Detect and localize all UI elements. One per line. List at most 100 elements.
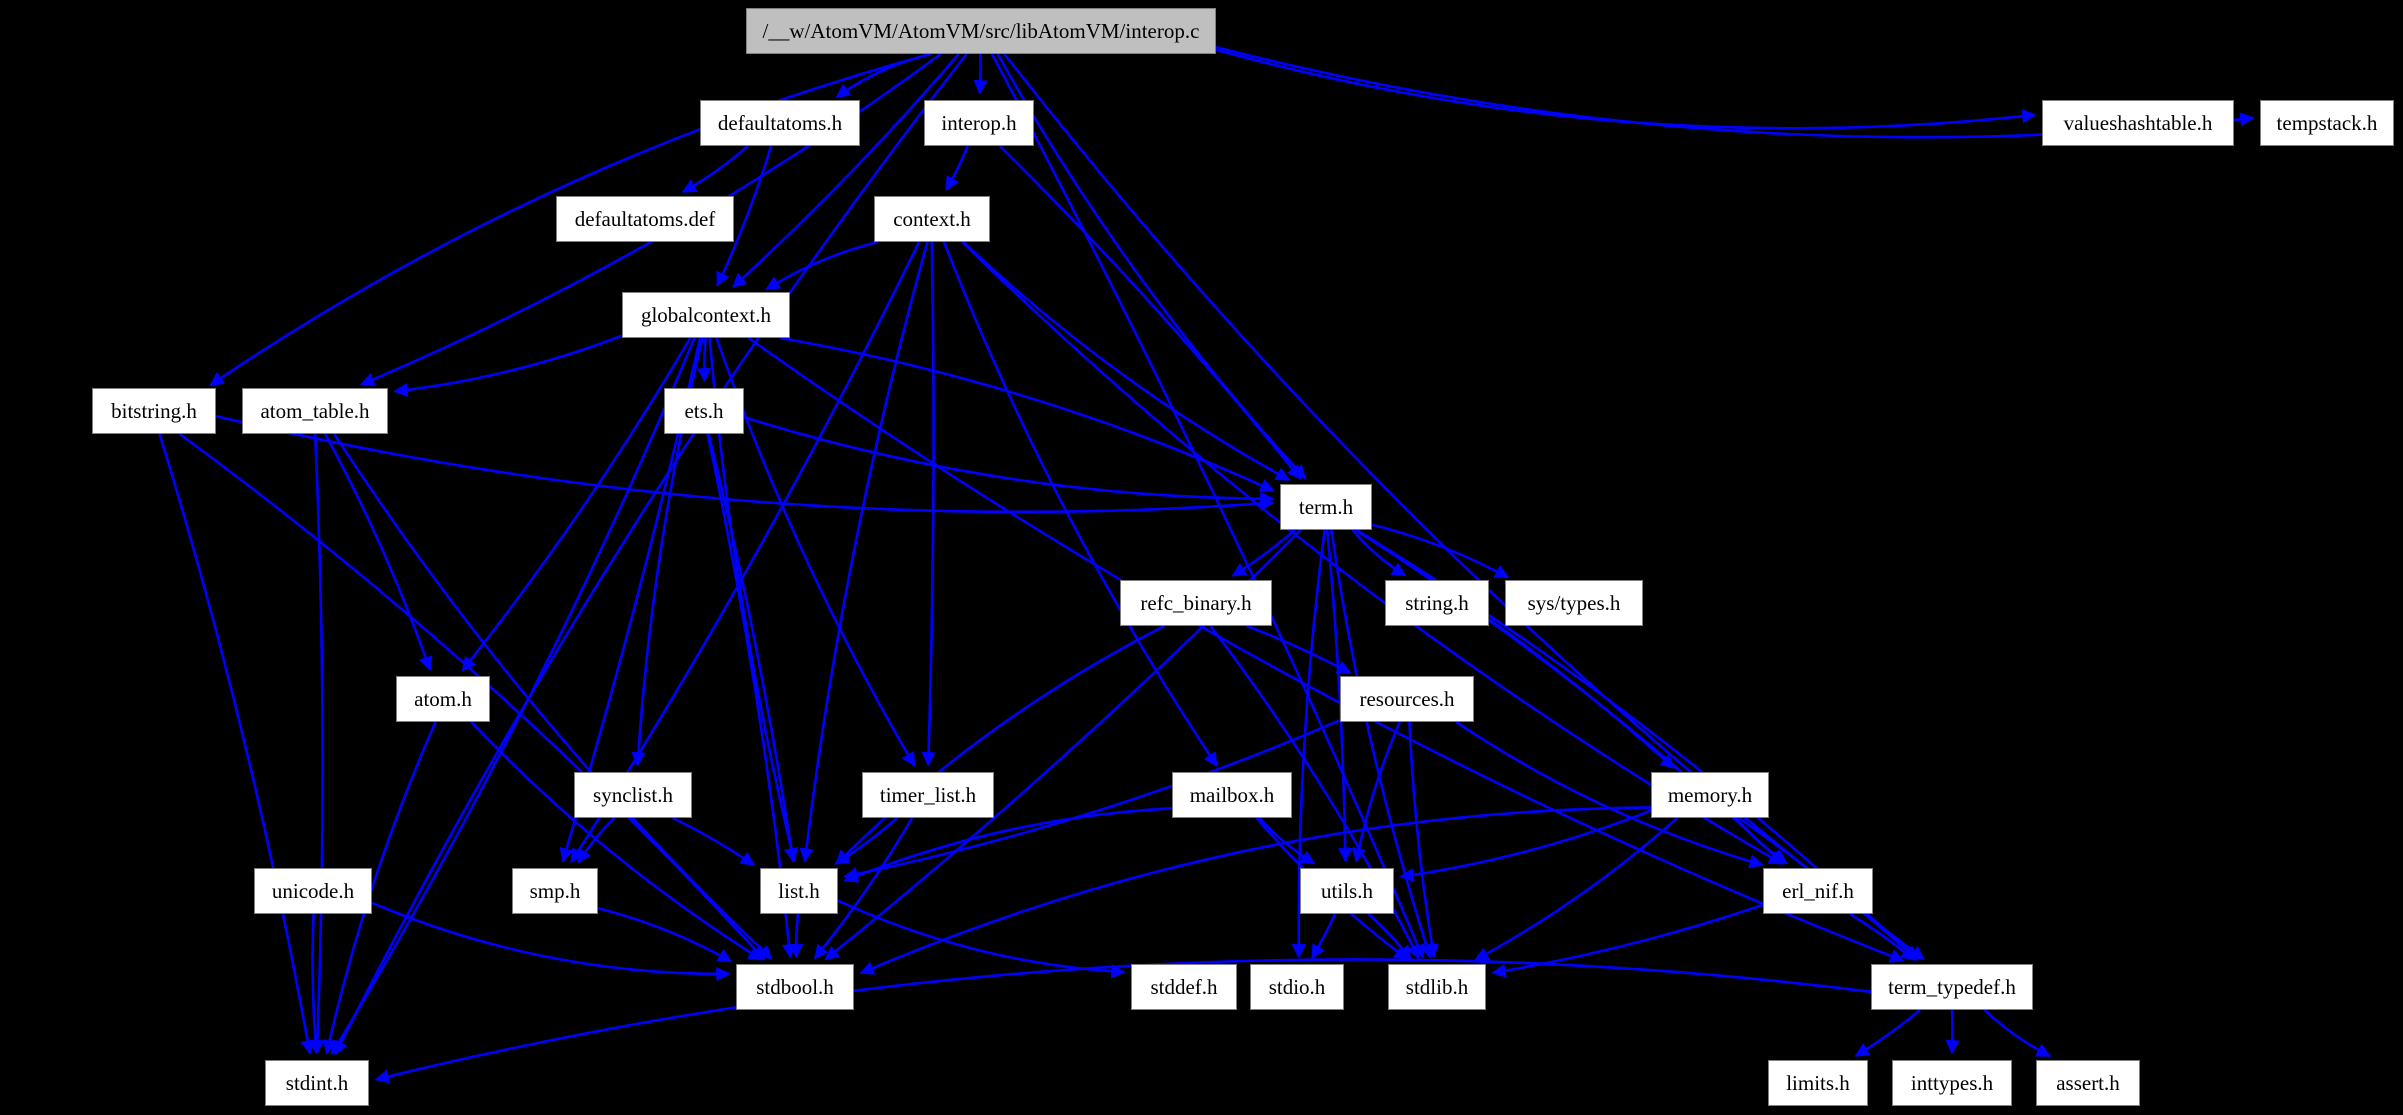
graph-node-interop-h[interactable]: interop.h — [924, 100, 1034, 146]
graph-node-label: term.h — [1298, 494, 1354, 519]
graph-node-label: refc_binary.h — [1140, 590, 1252, 615]
graph-node-ets-h[interactable]: ets.h — [664, 388, 744, 434]
graph-edge-term-h-to-memory-h — [1356, 528, 1675, 769]
graph-node-assert-h[interactable]: assert.h — [2036, 1060, 2140, 1106]
graph-node-label: list.h — [778, 878, 820, 903]
graph-node-tempstack-h[interactable]: tempstack.h — [2260, 100, 2394, 146]
graph-node-stdio-h[interactable]: stdio.h — [1250, 964, 1344, 1010]
graph-edge-defaultatoms-h-to-defaultatoms-def — [681, 145, 749, 194]
graph-node-defaultatoms-def[interactable]: defaultatoms.def — [556, 196, 734, 242]
graph-node-label: assert.h — [2056, 1070, 2120, 1095]
graph-node-label: context.h — [893, 206, 971, 231]
graph-edge-term-typedef-h-to-assert-h — [1983, 1009, 2051, 1058]
graph-node-term-typedef-h[interactable]: term_typedef.h — [1871, 964, 2033, 1010]
graph-node-label: stdbool.h — [756, 974, 834, 999]
edges-group — [158, 45, 2255, 1084]
graph-node-label: term_typedef.h — [1888, 974, 2016, 999]
graph-node-mailbox-h[interactable]: mailbox.h — [1172, 772, 1292, 818]
graph-edge-globalcontext-h-to-ets-h — [696, 337, 712, 383]
graph-node-list-h[interactable]: list.h — [760, 868, 838, 914]
graph-node-erl-nif-h[interactable]: erl_nif.h — [1763, 868, 1873, 914]
graph-node-inttypes-h[interactable]: inttypes.h — [1892, 1060, 2012, 1106]
graph-node-globalcontext-h[interactable]: globalcontext.h — [622, 292, 790, 338]
graph-edge-root-to-interop-h — [973, 53, 988, 95]
graph-node-label: timer_list.h — [879, 782, 977, 807]
graph-node-label: stddef.h — [1150, 974, 1218, 999]
graph-node-label: unicode.h — [271, 878, 355, 903]
graph-node-label: atom.h — [414, 686, 472, 711]
graph-edge-term-h-to-string-h — [1351, 529, 1407, 577]
graph-edge-context-h-to-erl-nif-h — [961, 241, 1784, 865]
graph-node-sys-types-h[interactable]: sys/types.h — [1505, 580, 1643, 626]
graph-node-defaultatoms-h[interactable]: defaultatoms.h — [700, 100, 860, 146]
graph-node-bitstring-h[interactable]: bitstring.h — [92, 388, 216, 434]
graph-node-label: tempstack.h — [2276, 110, 2378, 135]
graph-node-stddef-h[interactable]: stddef.h — [1131, 964, 1237, 1010]
graph-node-stdlib-h[interactable]: stdlib.h — [1388, 964, 1486, 1010]
graph-node-utils-h[interactable]: utils.h — [1300, 868, 1394, 914]
graph-node-label: ets.h — [684, 398, 724, 423]
graph-edge-mailbox-h-to-utils-h — [1258, 817, 1316, 865]
graph-node-unicode-h[interactable]: unicode.h — [254, 868, 372, 914]
graph-node-memory-h[interactable]: memory.h — [1651, 772, 1769, 818]
graph-node-label: memory.h — [1667, 782, 1753, 807]
graph-edge-list-h-to-stdbool-h — [788, 913, 804, 959]
graph-node-label: resources.h — [1359, 686, 1455, 711]
graph-node-root[interactable]: /__w/AtomVM/AtomVM/src/libAtomVM/interop… — [746, 8, 1216, 54]
graph-node-label: sys/types.h — [1527, 590, 1621, 615]
graph-edge-globalcontext-h-to-term-h — [780, 336, 1275, 492]
graph-node-atom-table-h[interactable]: atom_table.h — [242, 388, 388, 434]
graph-node-label: synclist.h — [593, 782, 673, 807]
graph-edge-atom-table-h-to-stdint-h — [310, 433, 325, 1055]
graph-node-valueshashtable-h[interactable]: valueshashtable.h — [2042, 100, 2234, 146]
graph-edge-utils-h-to-stdlib-h — [1367, 913, 1412, 961]
graph-node-synclist-h[interactable]: synclist.h — [574, 772, 692, 818]
graph-node-label: string.h — [1405, 590, 1469, 615]
include-dependency-graph: /__w/AtomVM/AtomVM/src/libAtomVM/interop… — [0, 0, 2403, 1115]
graph-edge-utils-h-to-stdio-h — [1311, 913, 1337, 960]
graph-node-refc-binary-h[interactable]: refc_binary.h — [1120, 580, 1272, 626]
graph-edge-resources-h-to-stdlib-h — [1408, 721, 1439, 959]
graph-edge-resources-h-to-utils-h — [1351, 721, 1401, 863]
graph-node-string-h[interactable]: string.h — [1385, 580, 1489, 626]
graph-edge-context-h-to-timer-list-h — [921, 241, 936, 767]
graph-node-resources-h[interactable]: resources.h — [1340, 676, 1474, 722]
graph-edge-context-h-to-mailbox-h — [942, 241, 1218, 767]
graph-node-limits-h[interactable]: limits.h — [1768, 1060, 1868, 1106]
graph-edge-globalcontext-h-to-atom-table-h — [393, 334, 623, 398]
graph-node-label: stdio.h — [1268, 974, 1326, 999]
graph-edge-globalcontext-h-to-timer-list-h — [715, 337, 916, 767]
graph-node-label: limits.h — [1786, 1070, 1850, 1095]
graph-node-label: smp.h — [529, 878, 581, 903]
graph-edge-smp-h-to-stdbool-h — [597, 906, 733, 963]
graph-edge-root-to-valueshashtable-h — [1215, 48, 2037, 130]
graph-edge-term-typedef-h-to-limits-h — [1854, 1009, 1921, 1058]
graph-node-smp-h[interactable]: smp.h — [512, 868, 598, 914]
graph-node-stdbool-h[interactable]: stdbool.h — [736, 964, 854, 1010]
graph-node-label: stdint.h — [285, 1070, 349, 1095]
graph-node-stdint-h[interactable]: stdint.h — [265, 1060, 369, 1106]
graph-node-label: defaultatoms.h — [717, 110, 843, 135]
graph-edge-list-h-to-stddef-h — [837, 899, 1126, 979]
graph-edge-unicode-h-to-stdint-h — [308, 913, 323, 1055]
graph-node-label: stdlib.h — [1405, 974, 1469, 999]
graph-node-label: atom_table.h — [260, 398, 370, 423]
graph-edge-globalcontext-h-to-stdint-h — [330, 337, 696, 1056]
graph-edge-context-h-to-list-h — [799, 241, 929, 863]
graph-edge-term-typedef-h-to-stdint-h — [374, 958, 1872, 1084]
graph-node-label: mailbox.h — [1189, 782, 1275, 807]
graph-edge-root-to-defaultatoms-h — [835, 52, 932, 99]
graph-node-label: bitstring.h — [111, 398, 197, 423]
graph-edge-bitstring-h-to-stdint-h — [158, 433, 315, 1055]
graph-edge-synclist-h-to-list-h — [672, 816, 756, 866]
graph-node-label: defaultatoms.def — [574, 206, 716, 231]
graph-node-label: interop.h — [941, 110, 1017, 135]
graph-edge-interop-h-to-term-h — [998, 145, 1302, 480]
graph-node-context-h[interactable]: context.h — [874, 196, 990, 242]
graph-node-atom-h[interactable]: atom.h — [396, 676, 490, 722]
graph-node-label: erl_nif.h — [1782, 878, 1854, 903]
graph-node-label: utils.h — [1321, 878, 1373, 903]
graph-node-term-h[interactable]: term.h — [1280, 484, 1372, 530]
graph-edge-interop-h-to-context-h — [945, 145, 969, 191]
graph-node-timer-list-h[interactable]: timer_list.h — [862, 772, 994, 818]
